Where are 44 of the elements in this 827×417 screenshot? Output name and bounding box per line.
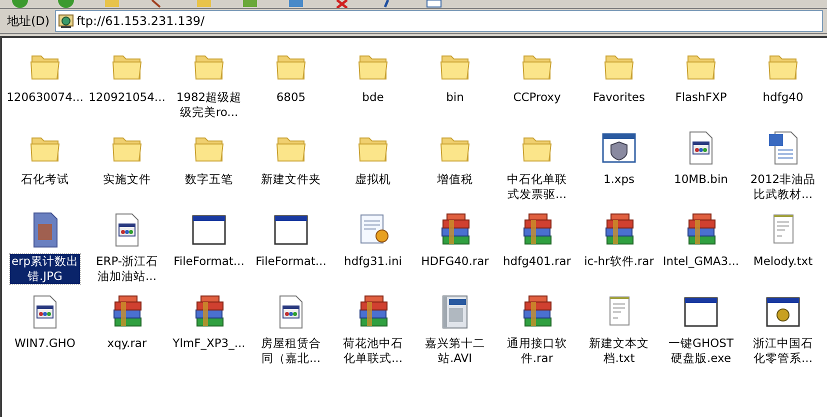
file-name[interactable]: Favorites bbox=[592, 90, 646, 105]
file-name[interactable]: bde bbox=[361, 90, 385, 105]
file-name[interactable]: hdfg40 bbox=[762, 90, 804, 105]
file-name[interactable]: 房屋租赁合 同（嘉北... bbox=[260, 336, 322, 366]
file-name[interactable]: 增值税 bbox=[436, 172, 474, 187]
file-name[interactable]: ic-hr软件.rar bbox=[583, 254, 655, 269]
file-name[interactable]: Melody.txt bbox=[752, 254, 814, 269]
file-name[interactable]: WIN7.GHO bbox=[14, 336, 76, 351]
file-name[interactable]: 新建文件夹 bbox=[260, 172, 322, 187]
file-name[interactable]: 浙江中国石 化零管系... bbox=[752, 336, 814, 366]
file-name[interactable]: ERP-浙江石 油加油站... bbox=[94, 254, 160, 284]
file-name[interactable]: 通用接口软 件.rar bbox=[506, 336, 568, 366]
file-name[interactable]: bin bbox=[445, 90, 465, 105]
file-name[interactable]: 数字五笔 bbox=[184, 172, 234, 187]
file-name[interactable]: 120630074... bbox=[6, 90, 84, 105]
file-name[interactable]: YlmF_XP3_... bbox=[172, 336, 246, 351]
file-name[interactable]: FileFormat... bbox=[254, 254, 328, 269]
file-name[interactable]: 120921054... bbox=[88, 90, 166, 105]
file-name[interactable]: FileFormat... bbox=[172, 254, 246, 269]
file-name[interactable]: FlashFXP bbox=[674, 90, 728, 105]
file-name[interactable]: HDFG40.rar bbox=[420, 254, 490, 269]
file-name[interactable]: 中石化单联 式发票驱... bbox=[506, 172, 568, 202]
file-name[interactable]: 10MB.bin bbox=[673, 172, 729, 187]
folder-globe-icon bbox=[58, 13, 74, 29]
address-field[interactable]: ftp://61.153.231.139/ bbox=[54, 10, 823, 32]
file-name[interactable]: 一键GHOST 硬盘版.exe bbox=[668, 336, 734, 366]
file-name[interactable]: 嘉兴第十二 站.AVI bbox=[424, 336, 486, 366]
file-name[interactable]: 荷花池中石 化单联式... bbox=[342, 336, 404, 366]
file-name[interactable]: 1.xps bbox=[602, 172, 636, 187]
file-name[interactable]: 1982超级超 级完美ro... bbox=[175, 90, 243, 120]
file-name[interactable]: erp累计数出 错.JPG bbox=[10, 254, 80, 284]
file-name[interactable]: hdfg31.ini bbox=[343, 254, 403, 269]
file-name[interactable]: xqy.rar bbox=[106, 336, 148, 351]
address-label: 地址(D) bbox=[6, 12, 51, 30]
file-name[interactable]: CCProxy bbox=[512, 90, 562, 105]
file-name[interactable]: 实施文件 bbox=[102, 172, 152, 187]
file-name[interactable]: Intel_GMA3... bbox=[662, 254, 740, 269]
file-name[interactable]: 虚拟机 bbox=[354, 172, 392, 187]
file-name[interactable]: hdfg401.rar bbox=[502, 254, 572, 269]
file-name[interactable]: 6805 bbox=[275, 90, 307, 105]
file-name[interactable]: 2012非油品 比武教材... bbox=[749, 172, 817, 202]
file-name[interactable]: 新建文本文 档.txt bbox=[588, 336, 650, 366]
file-name[interactable]: 石化考试 bbox=[20, 172, 70, 187]
delete-icon[interactable] bbox=[334, 0, 350, 8]
